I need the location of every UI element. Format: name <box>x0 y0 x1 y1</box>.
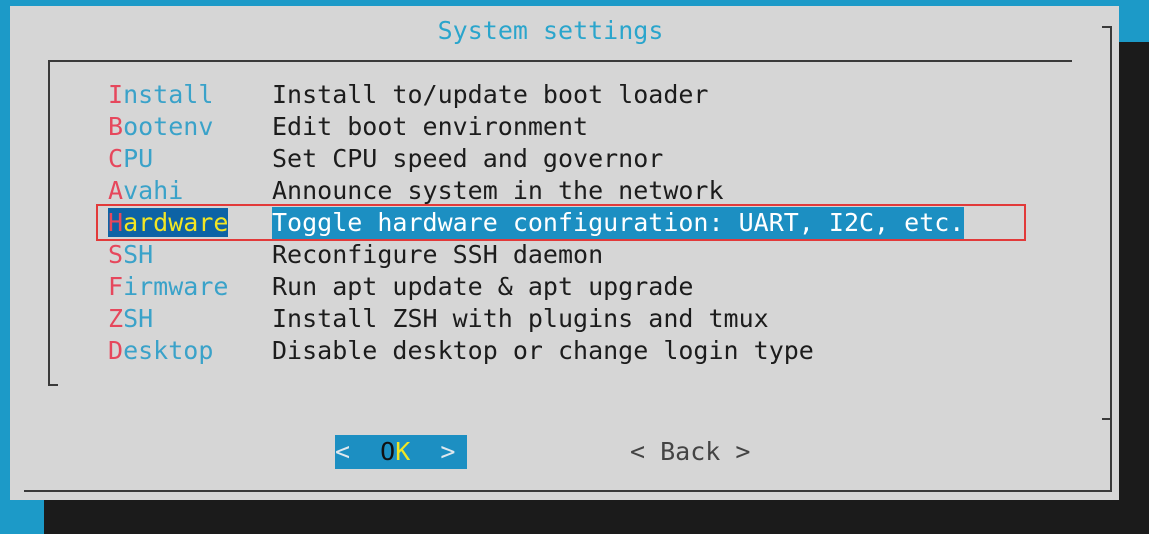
menu-item-tag: CPU <box>108 144 154 173</box>
menu-frame-top <box>48 60 1072 62</box>
ok-button[interactable]: < OK > <box>335 435 467 469</box>
menu-item-description: Reconfigure SSH daemon <box>272 240 604 269</box>
menu-frame-bottom-tick <box>48 384 58 386</box>
back-button[interactable]: < Back > <box>630 435 750 469</box>
menu-item-description: Install ZSH with plugins and tmux <box>272 304 769 333</box>
menu-item-description: Set CPU speed and governor <box>272 144 664 173</box>
dialog-border-right-tick <box>1102 26 1112 28</box>
menu-item-tag: Avahi <box>108 176 184 205</box>
menu-item-description: Announce system in the network <box>272 176 724 205</box>
menu-item-tag: Desktop <box>108 336 214 365</box>
menu-item-tag: Bootenv <box>108 112 214 141</box>
menu-item-description: Disable desktop or change login type <box>272 336 814 365</box>
menu-item-tag: ZSH <box>108 304 154 333</box>
dialog-border-separator-tick <box>1102 418 1112 420</box>
selection-highlight-box <box>96 204 1026 241</box>
dialog-border-bottom <box>24 490 1112 492</box>
menu-item-description: Edit boot environment <box>272 112 589 141</box>
dialog-title: System settings <box>437 16 664 45</box>
dialog-border-right <box>1110 26 1112 492</box>
menu-item-description: Install to/update boot loader <box>272 80 709 109</box>
menu-item-tag: SSH <box>108 240 154 269</box>
menu-item-description: Run apt update & apt upgrade <box>272 272 694 301</box>
dialog-shadow-bottom <box>44 500 1149 534</box>
dialog-shadow-right <box>1119 42 1149 534</box>
menu-frame-left <box>48 60 50 386</box>
menu-item-tag: Install <box>108 80 214 109</box>
menu-item-tag: Firmware <box>108 272 229 301</box>
system-settings-dialog: System settings Install Install to/updat… <box>10 6 1119 500</box>
